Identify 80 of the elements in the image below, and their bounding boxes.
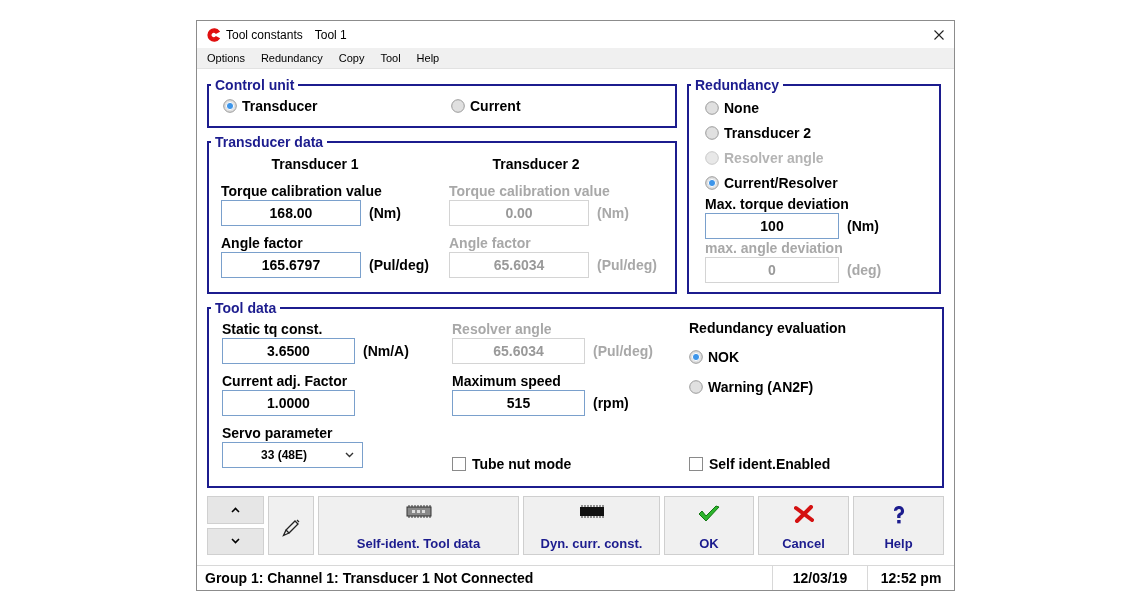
field-label: Maximum speed (452, 372, 562, 390)
window-title: Tool constants (226, 27, 303, 42)
radio-button[interactable]: NOK (689, 346, 930, 368)
chip-icon (405, 505, 432, 519)
dropdown[interactable]: 33 (48E) (222, 442, 363, 468)
chevron-down-icon (231, 538, 240, 545)
menu-item[interactable]: Tool (372, 52, 409, 64)
status-time: 12:52 pm (867, 566, 954, 590)
menu-item[interactable]: Redundancy (252, 52, 331, 64)
dyn-curr-button[interactable]: Dyn. curr. const. (523, 496, 660, 555)
radio-icon[interactable] (451, 99, 465, 113)
column-heading: Transducer 1 (270, 156, 360, 172)
unit-label: (Pul/deg) (597, 257, 657, 273)
pen-button[interactable] (268, 496, 314, 555)
self-ident-button[interactable]: Self-ident. Tool data (318, 496, 519, 555)
radio-icon[interactable] (705, 100, 719, 115)
field-label: Torque calibration value (449, 182, 611, 200)
radio-icon[interactable] (689, 350, 703, 364)
radio-button[interactable]: Warning (AN2F) (689, 376, 930, 398)
radio-button[interactable]: Transducer (223, 95, 451, 117)
chip-icon (578, 505, 605, 519)
group-title: Control unit (215, 77, 295, 93)
field-label: Static tq const. (222, 320, 324, 338)
radio-button[interactable]: Current (451, 95, 663, 117)
field-label: Angle factor (449, 234, 532, 252)
input-field[interactable]: 100 (705, 213, 839, 239)
group-title: Transducer data (215, 134, 324, 150)
input-field[interactable]: 165.6797 (221, 252, 361, 278)
radio-icon[interactable] (705, 175, 719, 190)
unit-label: (Nm) (369, 205, 401, 221)
unit-label: (Pul/deg) (369, 257, 429, 273)
checkmark-icon (698, 505, 720, 523)
radio-icon[interactable] (705, 125, 719, 140)
input-field[interactable]: 168.00 (221, 200, 361, 226)
field-label: Max. torque deviation (705, 195, 850, 213)
unit-label: (Pul/deg) (593, 343, 653, 359)
caret-icon (345, 452, 354, 458)
group-title: Redundancy (695, 77, 779, 93)
radio-icon[interactable] (223, 99, 237, 113)
close-icon (934, 29, 944, 40)
field-label: Angle factor (221, 234, 304, 252)
radio-button[interactable]: Current/Resolver (705, 170, 927, 195)
checkbox[interactable]: Tube nut mode (452, 453, 689, 475)
ok-button[interactable]: OK (664, 496, 754, 555)
menu-item[interactable]: Copy (330, 52, 373, 64)
group-title: Tool data (215, 300, 277, 316)
checkbox-icon[interactable] (689, 457, 703, 471)
help-button[interactable]: Help (853, 496, 944, 555)
field-label: Servo parameter (222, 424, 334, 442)
unit-label: (Nm) (847, 218, 879, 234)
field-label: Resolver angle (452, 320, 553, 338)
menu-item[interactable]: Options (199, 52, 253, 64)
unit-label: (Nm) (597, 205, 629, 221)
app-logo-icon (205, 26, 221, 43)
menu-item[interactable]: Help (408, 52, 448, 64)
scroll-down-button[interactable] (207, 527, 264, 555)
unit-label: (Nm/A) (363, 343, 409, 359)
unit-label: (rpm) (593, 395, 629, 411)
section-heading: Redundancy evaluation (689, 320, 848, 338)
status-message: Group 1: Channel 1: Transducer 1 Not Connected (204, 569, 535, 588)
input-field[interactable]: 1.0000 (222, 390, 355, 416)
checkbox[interactable]: Self ident.Enabled (689, 453, 930, 475)
help-icon (891, 505, 906, 525)
field-label: max. angle deviation (705, 239, 844, 257)
cancel-button[interactable]: Cancel (758, 496, 849, 555)
checkbox-icon[interactable] (452, 457, 466, 471)
input-field[interactable]: 3.6500 (222, 338, 355, 364)
unit-label: (deg) (847, 262, 882, 278)
radio-icon[interactable] (689, 380, 703, 394)
cross-icon (793, 505, 814, 523)
column-heading: Transducer 2 (491, 156, 581, 172)
field-label: Torque calibration value (221, 182, 383, 200)
field-label: Current adj. Factor (222, 372, 349, 390)
input-field[interactable]: 515 (452, 390, 585, 416)
radio-button[interactable]: Transducer 2 (705, 120, 927, 145)
chevron-up-icon (231, 506, 240, 513)
status-date: 12/03/19 (772, 566, 867, 590)
radio-button[interactable]: None (705, 95, 927, 120)
window-subtitle: Tool 1 (314, 27, 347, 42)
pen-icon (282, 519, 300, 537)
